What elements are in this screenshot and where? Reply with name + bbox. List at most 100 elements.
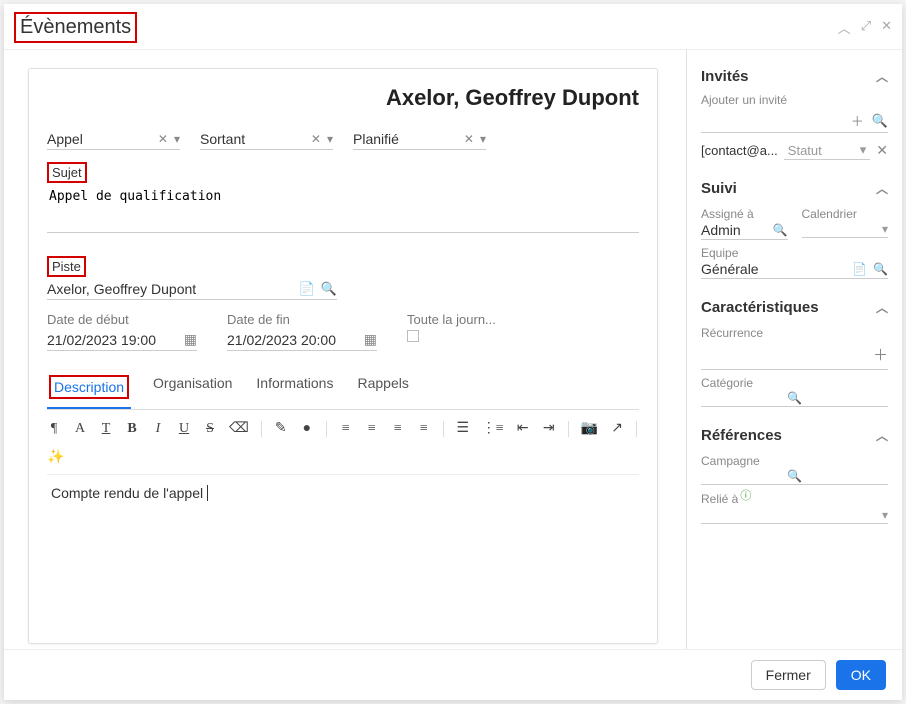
direction-field[interactable]: Sortant ✕▾ [200,129,333,150]
ordered-list-icon[interactable]: ☰ [456,420,470,437]
drop-icon[interactable]: ● [300,421,314,437]
edit-icon[interactable]: 📄 [299,281,315,297]
brush-icon[interactable]: ✎ [274,420,288,437]
clear-icon[interactable]: ✕ [158,132,168,146]
status-field[interactable]: Planifié ✕ ▾ [353,129,486,150]
chevron-down-icon[interactable]: ▾ [327,132,333,146]
tab-rappels[interactable]: Rappels [355,369,410,409]
dates-row: Date de début 21/02/2023 19:00 ▦ Date de… [47,312,639,351]
allday-field: Toute la journ... [407,312,557,351]
textcolor-icon[interactable]: T [99,421,113,437]
chevron-up-icon[interactable]: ︿ [876,299,888,316]
detail-tabs: Description Organisation Informations Ra… [47,369,639,410]
plus-icon: ＋ [873,344,888,365]
clearformat-icon[interactable]: ⌫ [229,420,249,437]
align-left-icon[interactable]: ≡ [339,421,353,437]
modal-header: Évènements ︿ ⤢ ✕ [4,4,902,49]
italic-icon[interactable]: I [151,421,165,437]
campaign-lookup[interactable]: 🔍 [701,468,888,485]
classification-row: Appel ✕▾ Sortant ✕▾ Planifié ✕▾ [47,129,639,150]
strike-icon[interactable]: S [203,421,217,437]
chevron-up-icon[interactable]: ︿ [876,180,888,197]
recurrence-add[interactable]: ＋ [701,340,888,370]
clear-icon[interactable]: ✕ [464,132,474,146]
event-card: Axelor, Geoffrey Dupont Appel ✕▾ Sortant… [28,68,658,644]
lead-field-wrap: Piste Axelor, Geoffrey Dupont 📄 🔍 [47,256,639,300]
ok-button[interactable]: OK [836,660,886,690]
chevron-down-icon[interactable]: ▾ [480,132,486,146]
align-right-icon[interactable]: ≡ [391,421,405,437]
status-value: Planifié [353,131,399,147]
subject-label: Sujet [47,162,87,183]
start-date-label: Date de début [47,312,197,327]
section-suivi[interactable]: Suivi ︿ [701,172,888,201]
chevron-up-icon[interactable]: ︿ [876,427,888,444]
end-date-input[interactable]: 21/02/2023 20:00 ▦ [227,329,377,351]
side-panel: Invités ︿ Ajouter un invité ＋ 🔍 [contact… [686,50,902,649]
lead-value: Axelor, Geoffrey Dupont [47,281,196,297]
unordered-list-icon[interactable]: ⋮≡ [482,420,504,437]
guest-row: [contact@a... Statut ▾ ✕ [701,141,888,160]
event-modal: Évènements ︿ ⤢ ✕ Axelor, Geoffrey Dupont… [4,4,902,700]
record-title: Axelor, Geoffrey Dupont [47,85,639,111]
calendar-icon[interactable]: ▦ [184,331,197,348]
chevron-up-icon[interactable]: ︿ [876,68,888,85]
tab-informations[interactable]: Informations [254,369,335,409]
close-icon[interactable]: ✕ [881,18,892,37]
link-icon[interactable]: ↗ [610,420,624,437]
tab-organisation[interactable]: Organisation [151,369,234,409]
expand-icon[interactable]: ⤢ [861,18,871,37]
assignee-label: Assigné à [701,207,788,221]
search-icon: 🔍 [873,262,888,276]
indent-icon[interactable]: ⇥ [542,420,556,437]
main-column: Axelor, Geoffrey Dupont Appel ✕▾ Sortant… [4,50,686,649]
search-icon: 🔍 [787,391,802,405]
info-icon[interactable]: ⓘ [740,490,751,502]
outdent-icon[interactable]: ⇤ [516,420,530,437]
underline-icon[interactable]: U [177,421,191,437]
calendar-select[interactable]: ▾ [802,221,889,238]
magic-icon[interactable]: ✨ [47,449,64,466]
related-select[interactable]: ▾ [701,507,888,524]
calendar-label: Calendrier [802,207,889,221]
bold-icon[interactable]: B [125,421,139,437]
category-lookup[interactable]: 🔍 [701,390,888,407]
clear-icon[interactable]: ✕ [311,132,321,146]
lead-lookup[interactable]: Axelor, Geoffrey Dupont 📄 🔍 [47,279,337,300]
search-icon: 🔍 [787,469,802,483]
section-invites[interactable]: Invités ︿ [701,60,888,89]
paragraph-icon[interactable]: ¶ [47,421,61,437]
modal-window-controls: ︿ ⤢ ✕ [838,18,892,37]
modal-title: Évènements [14,12,137,43]
start-date-input[interactable]: 21/02/2023 19:00 ▦ [47,329,197,351]
allday-label: Toute la journ... [407,312,557,327]
camera-icon[interactable]: 📷 [581,420,598,437]
calendar-icon[interactable]: ▦ [364,331,377,348]
guest-status-select[interactable]: Statut ▾ [784,141,870,160]
type-field[interactable]: Appel ✕▾ [47,129,180,150]
section-caracteristiques[interactable]: Caractéristiques ︿ [701,291,888,320]
chevron-down-icon[interactable]: ▾ [860,142,867,158]
section-references[interactable]: Références ︿ [701,419,888,448]
chevron-down-icon: ▾ [882,222,888,236]
align-justify-icon[interactable]: ≡ [417,421,431,437]
close-button[interactable]: Fermer [751,660,826,690]
chevron-down-icon[interactable]: ▾ [174,132,180,146]
plus-icon[interactable]: ＋ [851,111,864,130]
team-value[interactable]: Générale 📄🔍 [701,260,888,279]
modal-footer: Fermer OK [4,649,902,700]
assignee-value[interactable]: Admin🔍 [701,221,788,240]
subject-input[interactable]: Appel de qualification [47,185,639,233]
editor-content[interactable]: Compte rendu de l'appel [47,475,639,625]
end-date-field: Date de fin 21/02/2023 20:00 ▦ [227,312,377,351]
align-center-icon[interactable]: ≡ [365,421,379,437]
search-icon[interactable]: 🔍 [872,113,888,129]
add-guest-line[interactable]: ＋ 🔍 [701,109,888,133]
search-icon[interactable]: 🔍 [321,281,337,297]
allday-checkbox[interactable] [407,330,419,342]
tab-description[interactable]: Description [47,369,131,409]
lead-label: Piste [47,256,86,277]
font-icon[interactable]: A [73,421,87,437]
collapse-icon[interactable]: ︿ [838,18,851,37]
remove-guest-icon[interactable]: ✕ [876,142,888,159]
